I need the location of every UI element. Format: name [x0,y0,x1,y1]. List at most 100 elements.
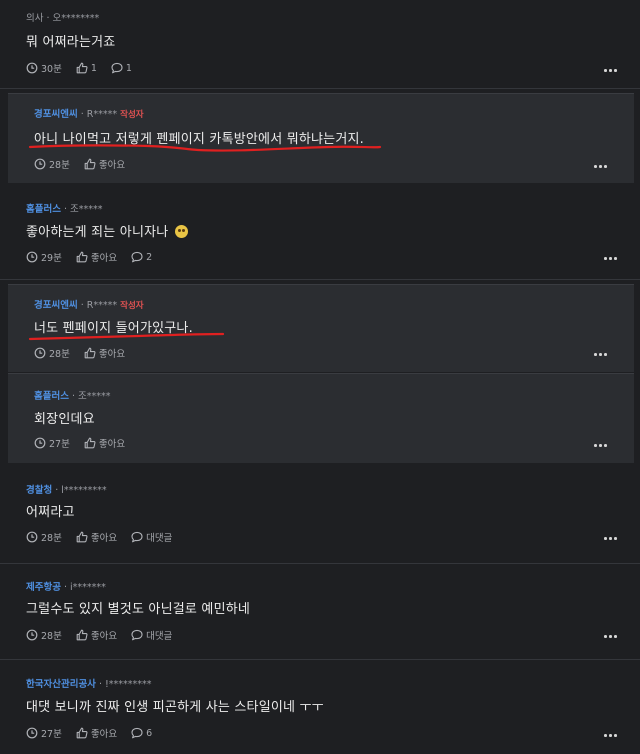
like-button[interactable]: 좋아요 [76,628,117,642]
clock-icon [26,62,38,74]
reply-item: 경포씨엔씨 · R***** 작성자 너도 펜페이지 들어가있구나. 28분 좋아… [8,284,634,372]
more-dots-icon[interactable] [604,66,620,74]
clock-icon [26,629,38,641]
company-name[interactable]: 홈플러스 [34,391,69,402]
comment-text: 뭐 어쩌라는거죠 [26,35,116,50]
time-stamp: 27분 [34,436,70,450]
comment-actions: 28분 좋아요 [34,157,139,171]
more-dots-icon[interactable] [604,731,620,739]
like-label: 좋아요 [90,253,118,264]
more-dots-icon[interactable] [594,350,610,358]
thumbs-up-icon [76,62,88,74]
comment-text: 회장인데요 [34,412,95,427]
time-label: 30분 [41,64,62,75]
time-label: 29분 [41,253,62,264]
reply-button[interactable]: 대댓글 [131,530,172,544]
author-badge: 작성자 [120,110,144,120]
comment-actions: 28분 좋아요 [34,346,139,360]
comment-meta: 경찰청 · l********* [26,485,107,496]
comment-meta: 의사 · 오******** [26,13,100,24]
comment-meta: 홈플러스 · 조***** [34,391,111,402]
thumbs-up-icon [76,531,88,543]
comment-meta: 홈플러스 · 조***** [26,204,103,215]
time-stamp: 28분 [26,530,62,544]
thumbs-up-icon [84,158,96,170]
time-label: 28분 [49,349,70,360]
reply-button[interactable]: 대댓글 [131,628,172,642]
time-stamp: 30분 [26,61,62,75]
comment-text: 좋아하는게 죄는 아니자나 [26,221,188,240]
company-name[interactable]: 의사 [26,13,43,24]
thumbs-up-icon [84,347,96,359]
comment-text-content: 좋아하는게 죄는 아니자나 [26,225,169,240]
like-label: 좋아요 [90,631,118,642]
comment-text: 어쩌라고 [26,505,75,520]
time-label: 27분 [41,729,62,740]
clock-icon [26,727,38,739]
like-button[interactable]: 1 [76,62,97,74]
user-name: 조***** [70,204,103,215]
time-label: 27분 [49,439,70,450]
company-name[interactable]: 경찰청 [26,485,52,496]
like-count: 1 [90,62,97,74]
thumbs-up-icon [76,251,88,263]
like-label: 좋아요 [90,729,118,740]
comment-meta: 한국자산관리공사 · !********* [26,679,152,690]
company-name[interactable]: 한국자산관리공사 [26,679,96,690]
like-button[interactable]: 좋아요 [76,726,117,740]
like-button[interactable]: 좋아요 [84,346,125,360]
comment-text: 대댓 보니까 진짜 인생 피곤하게 사는 스타일이네 ㅜㅜ [26,700,324,715]
more-dots-icon[interactable] [604,254,620,262]
user-name: l********* [61,485,107,496]
reply-count: 1 [125,62,132,74]
speech-bubble-icon [131,531,143,543]
comment-meta: 경포씨엔씨 · R***** 작성자 [34,300,144,311]
comment-actions: 27분 좋아요 [34,436,139,450]
user-name: 조***** [78,391,111,402]
comment-meta: 경포씨엔씨 · R***** 작성자 [34,109,144,120]
time-label: 28분 [49,160,70,171]
reply-count: 2 [146,251,153,263]
reply-item: 경포씨엔씨 · R***** 작성자 아니 나이먹고 저렇게 펜페이지 카톡방안에… [8,93,634,183]
reply-button[interactable]: 6 [131,727,152,739]
speech-bubble-icon [131,251,143,263]
thumbs-up-icon [76,629,88,641]
company-name[interactable]: 경포씨엔씨 [34,109,78,120]
comment-text: 너도 펜페이지 들어가있구나. [34,321,193,336]
reply-button[interactable]: 2 [131,251,152,263]
like-button[interactable]: 좋아요 [76,530,117,544]
company-name[interactable]: 경포씨엔씨 [34,300,78,311]
more-dots-icon[interactable] [594,441,610,449]
user-name: 오******** [52,13,100,24]
reply-count: 6 [146,727,153,739]
time-stamp: 27분 [26,726,62,740]
comment-item: 의사 · 오******** 뭐 어쩌라는거죠 30분 1 1 [0,0,640,89]
time-stamp: 28분 [34,157,70,171]
author-badge: 작성자 [120,301,144,311]
clock-icon [34,437,46,449]
time-stamp: 28분 [34,346,70,360]
reply-button[interactable]: 1 [111,62,132,74]
time-stamp: 28분 [26,628,62,642]
clock-icon [34,347,46,359]
crying-face-emoji [174,225,188,238]
comment-text: 그럴수도 있지 별것도 아닌걸로 예민하네 [26,602,251,617]
like-label: 좋아요 [98,160,126,171]
speech-bubble-icon [131,727,143,739]
like-label: 좋아요 [90,533,118,544]
speech-bubble-icon [111,62,123,74]
company-name[interactable]: 제주항공 [26,582,61,593]
company-name[interactable]: 홈플러스 [26,204,61,215]
like-label: 좋아요 [98,349,126,360]
more-dots-icon[interactable] [594,162,610,170]
comment-actions: 28분 좋아요 대댓글 [26,628,186,642]
like-button[interactable]: 좋아요 [76,250,117,264]
more-dots-icon[interactable] [604,534,620,542]
user-name: R***** [86,109,118,120]
like-button[interactable]: 좋아요 [84,436,125,450]
like-button[interactable]: 좋아요 [84,157,125,171]
more-dots-icon[interactable] [604,632,620,640]
comment-item: 한국자산관리공사 · !********* 대댓 보니까 진짜 인생 피곤하게 … [0,661,640,754]
user-name: !********* [104,679,152,690]
comment-item: 제주항공 · i******* 그럴수도 있지 별것도 아닌걸로 예민하네 28… [0,565,640,660]
